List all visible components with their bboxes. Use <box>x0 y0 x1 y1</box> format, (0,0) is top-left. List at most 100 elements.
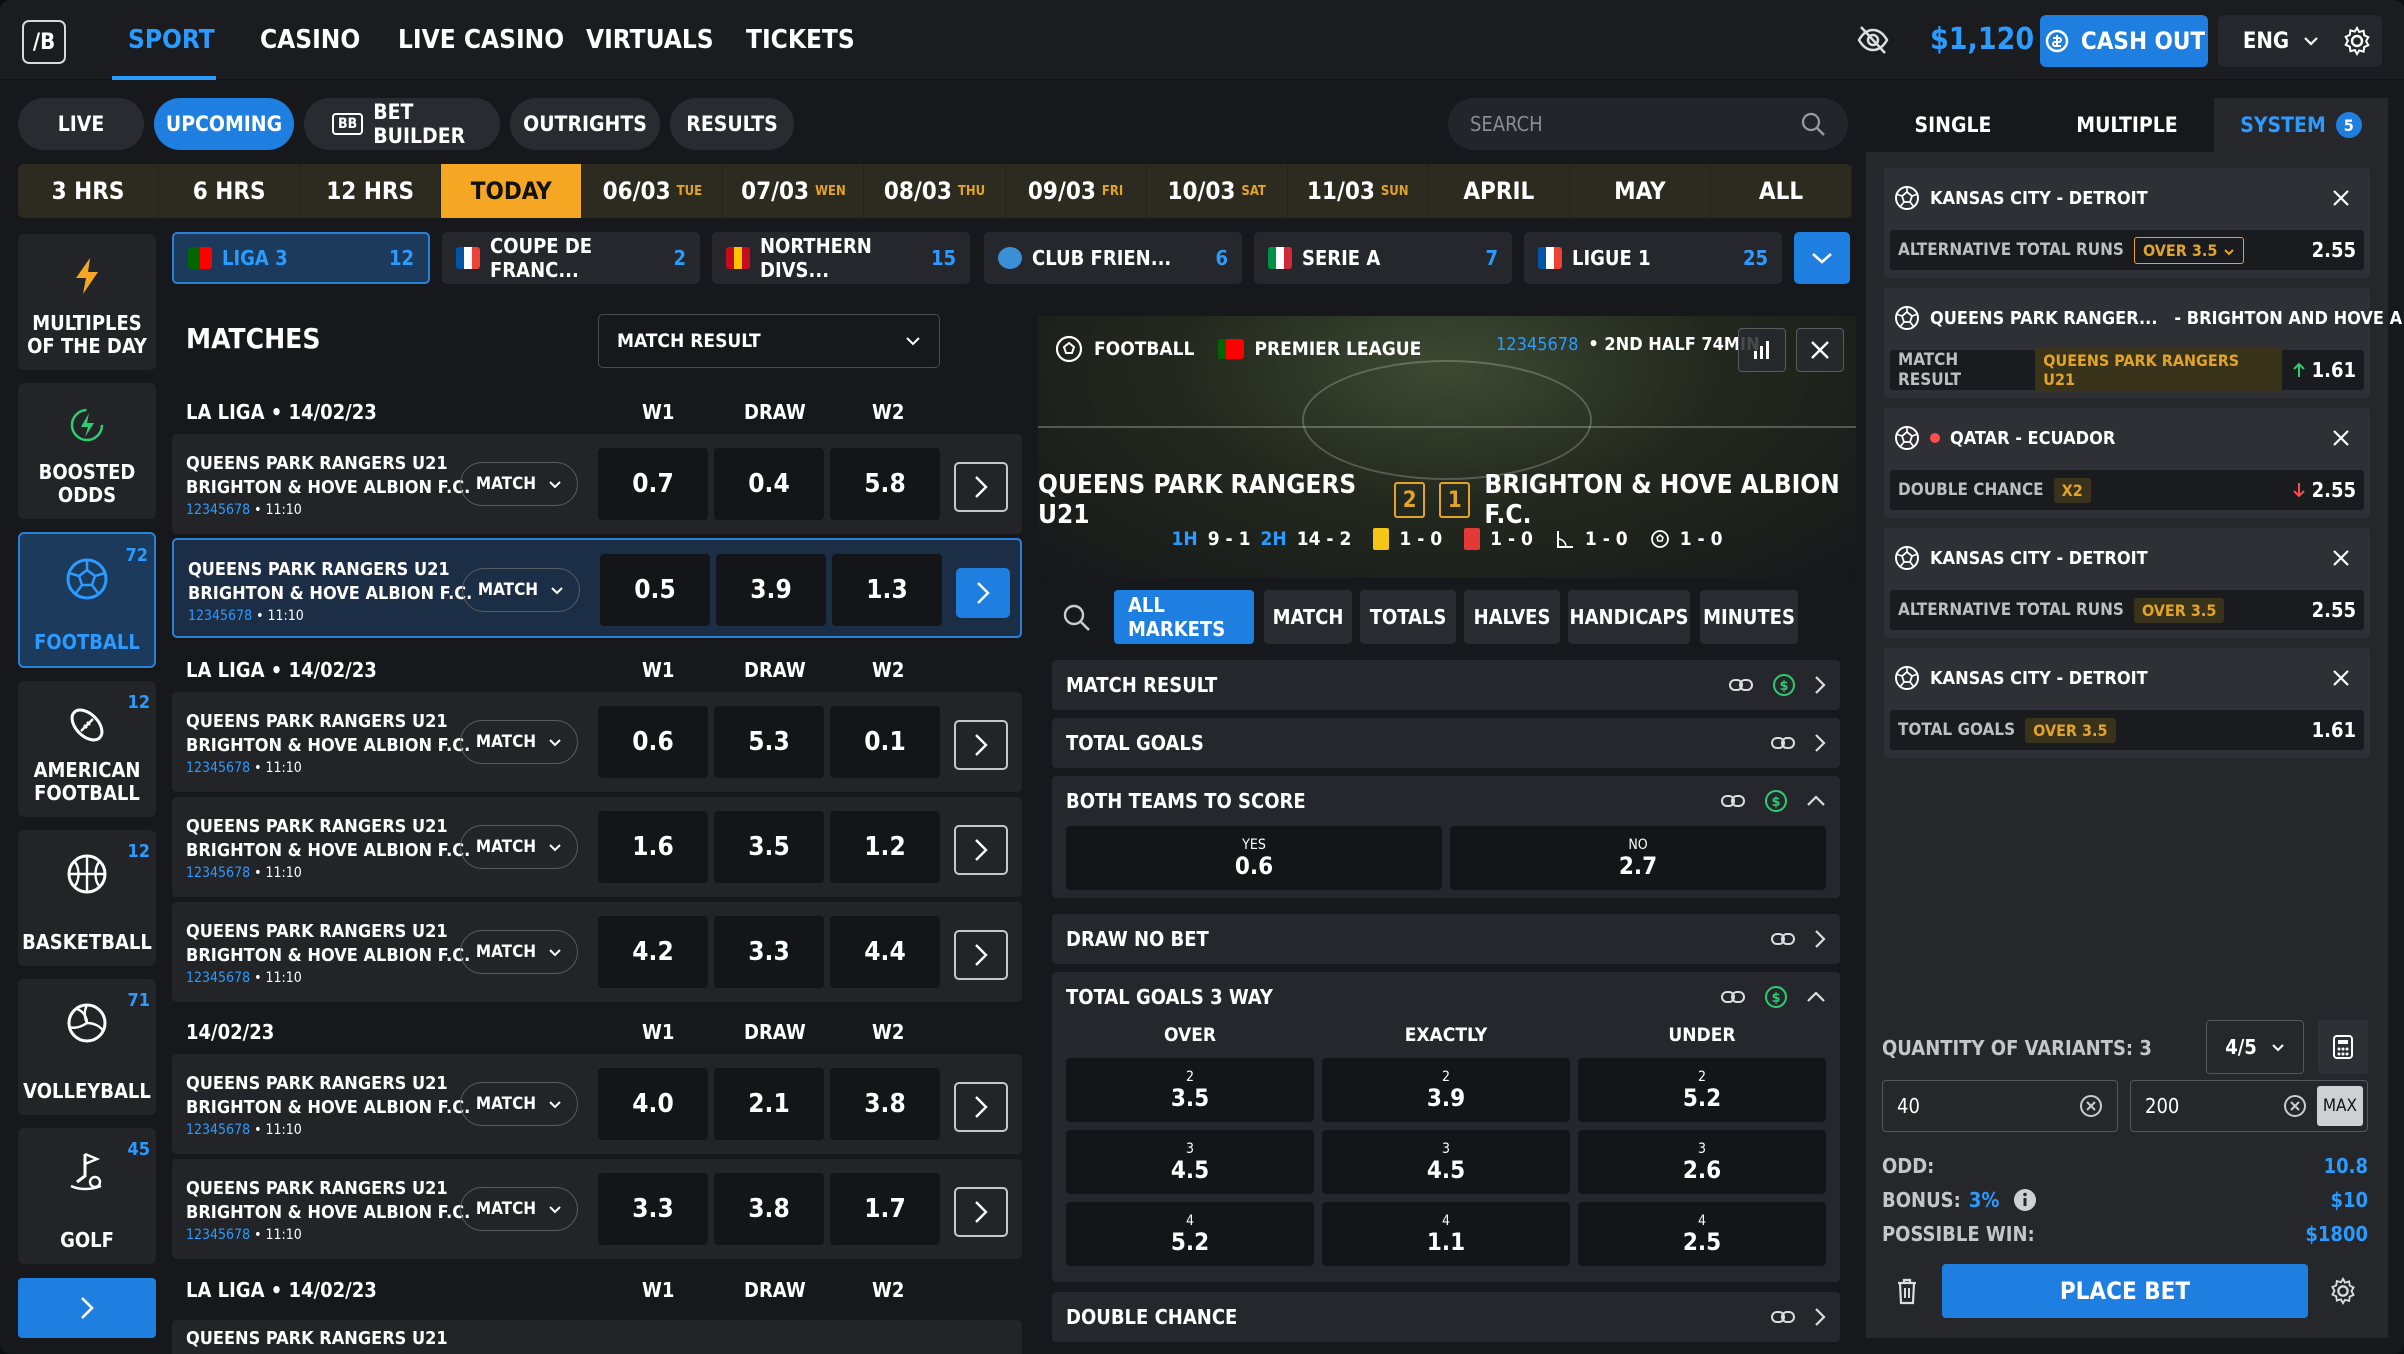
cash-out-button[interactable]: CASH OUT <box>2040 15 2208 67</box>
calculator-button[interactable] <box>2318 1020 2368 1074</box>
match-market-select[interactable]: MATCH <box>460 930 578 974</box>
odd-w1[interactable]: 0.6 <box>598 706 708 778</box>
match-row[interactable]: QUEENS PARK RANGERS U21 BRIGHTON & HOVE A… <box>172 692 1022 792</box>
match-row[interactable]: QUEENS PARK RANGERS U21 BRIGHTON & HOVE A… <box>172 1159 1022 1259</box>
nav-tickets[interactable]: TICKETS <box>746 0 855 80</box>
odd-w1[interactable]: 0.7 <box>598 448 708 520</box>
market-tab-4[interactable]: HANDICAPS <box>1568 590 1690 644</box>
tg3-odd-under[interactable]: 2 5.2 <box>1578 1058 1826 1122</box>
tg3-odd-exactly[interactable]: 2 3.9 <box>1322 1058 1570 1122</box>
odd-draw[interactable]: 3.8 <box>714 1173 824 1245</box>
hide-balance-eye-icon[interactable] <box>1856 24 1890 56</box>
match-row[interactable]: QUEENS PARK RANGERS U21 BRIGHTON & HOVE A… <box>172 902 1022 1002</box>
match-row[interactable]: QUEENS PARK RANGERS U21 BRIGHTON & HOVE A… <box>172 434 1022 534</box>
odd-w2[interactable]: 1.7 <box>830 1173 940 1245</box>
market-tab-5[interactable]: MINUTES <box>1700 590 1798 644</box>
date-filter-3[interactable]: TODAY <box>441 164 583 218</box>
nav-virtuals[interactable]: VIRTUALS <box>586 0 714 80</box>
market-match-result[interactable]: MATCH RESULT $ <box>1052 660 1840 710</box>
link-icon[interactable] <box>1720 989 1746 1005</box>
tab-single[interactable]: SINGLE <box>1866 98 2040 152</box>
date-filter-7[interactable]: 09/03 FRI <box>1006 164 1147 218</box>
market-tab-2[interactable]: TOTALS <box>1360 590 1456 644</box>
match-market-select[interactable]: MATCH <box>460 462 578 506</box>
market-tab-3[interactable]: HALVES <box>1464 590 1560 644</box>
tab-system[interactable]: SYSTEM 5 <box>2214 98 2388 152</box>
sidebar-item-american-football[interactable]: 12 AMERICAN FOOTBALL <box>18 681 156 817</box>
chevron-right-icon[interactable] <box>1814 1307 1826 1327</box>
odd-w2[interactable]: 1.2 <box>830 811 940 883</box>
open-match-button[interactable] <box>954 1187 1008 1237</box>
tg3-odd-over[interactable]: 2 3.5 <box>1066 1058 1314 1122</box>
open-match-button[interactable] <box>954 825 1008 875</box>
league-chip-3[interactable]: CLUB FRIEN... 6 <box>984 232 1242 284</box>
link-icon[interactable] <box>1770 931 1796 947</box>
clear-icon[interactable] <box>2079 1094 2103 1118</box>
logo[interactable]: /B <box>22 20 66 64</box>
market-double-chance[interactable]: DOUBLE CHANCE <box>1052 1292 1840 1342</box>
remove-bet-button[interactable] <box>2322 539 2360 577</box>
sidebar-item-multiples-of-the-day[interactable]: MULTIPLES OF THE DAY <box>18 234 156 370</box>
market-tg3-header[interactable]: TOTAL GOALS 3 WAY $ <box>1052 972 1840 1022</box>
chevron-right-icon[interactable] <box>1814 929 1826 949</box>
league-chip-0[interactable]: LIGA 3 12 <box>172 232 430 284</box>
market-tab-0[interactable]: ALL MARKETS <box>1114 590 1254 644</box>
match-market-select[interactable]: MATCH <box>460 1082 578 1126</box>
market-filter-select[interactable]: MATCH RESULT <box>598 314 940 368</box>
date-filter-10[interactable]: APRIL <box>1429 164 1570 218</box>
league-chip-4[interactable]: SERIE A 7 <box>1254 232 1512 284</box>
open-match-button[interactable] <box>956 568 1010 618</box>
market-btts-header[interactable]: BOTH TEAMS TO SCORE $ <box>1052 776 1840 826</box>
odd-draw[interactable]: 3.5 <box>714 811 824 883</box>
odd-w2[interactable]: 0.1 <box>830 706 940 778</box>
btts-yes-odd[interactable]: YES 0.6 <box>1066 826 1442 890</box>
odd-w1[interactable]: 3.3 <box>598 1173 708 1245</box>
odd-draw[interactable]: 3.9 <box>716 554 826 626</box>
odd-w2[interactable]: 4.4 <box>830 916 940 988</box>
date-filter-12[interactable]: ALL <box>1711 164 1853 218</box>
odd-w1[interactable]: 4.2 <box>598 916 708 988</box>
chevron-right-icon[interactable] <box>1814 675 1826 695</box>
match-row-partial[interactable]: QUEENS PARK RANGERS U21 <box>172 1320 1022 1354</box>
remove-bet-button[interactable] <box>2322 179 2360 217</box>
stake-input-2[interactable]: 200 MAX <box>2130 1080 2368 1132</box>
filter-bet-builder[interactable]: BB BET BUILDER <box>304 98 500 150</box>
close-event-button[interactable] <box>1796 328 1844 372</box>
link-icon[interactable] <box>1770 1309 1796 1325</box>
leagues-expand-button[interactable] <box>1794 232 1850 284</box>
open-match-button[interactable] <box>954 930 1008 980</box>
nav-sport[interactable]: SPORT <box>128 0 215 80</box>
odd-w1[interactable]: 1.6 <box>598 811 708 883</box>
tg3-odd-under[interactable]: 3 2.6 <box>1578 1130 1826 1194</box>
variant-select[interactable]: 4/5 <box>2206 1020 2304 1074</box>
match-row[interactable]: QUEENS PARK RANGERS U21 BRIGHTON & HOVE A… <box>172 1054 1022 1154</box>
nav-live-casino[interactable]: LIVE CASINO <box>398 0 564 80</box>
btts-no-odd[interactable]: NO 2.7 <box>1450 826 1826 890</box>
tg3-odd-exactly[interactable]: 3 4.5 <box>1322 1130 1570 1194</box>
match-market-select[interactable]: MATCH <box>460 720 578 764</box>
search-input[interactable]: SEARCH <box>1448 98 1848 150</box>
remove-bet-button[interactable] <box>2322 419 2360 457</box>
filter-outrights[interactable]: OUTRIGHTS <box>510 98 660 150</box>
clear-icon[interactable] <box>2283 1094 2307 1118</box>
match-market-select[interactable]: MATCH <box>460 1187 578 1231</box>
league-chip-1[interactable]: COUPE DE FRANC... 2 <box>442 232 700 284</box>
info-icon[interactable] <box>2013 1188 2037 1212</box>
date-filter-9[interactable]: 11/03 SUN <box>1288 164 1429 218</box>
odd-w1[interactable]: 0.5 <box>600 554 710 626</box>
tg3-odd-over[interactable]: 4 5.2 <box>1066 1202 1314 1266</box>
league-chip-2[interactable]: NORTHERN DIVS... 15 <box>712 232 970 284</box>
max-stake-button[interactable]: MAX <box>2316 1086 2363 1126</box>
odd-w2[interactable]: 3.8 <box>830 1068 940 1140</box>
match-row[interactable]: QUEENS PARK RANGERS U21 BRIGHTON & HOVE A… <box>172 797 1022 897</box>
remove-bet-button[interactable] <box>2322 659 2360 697</box>
open-match-button[interactable] <box>954 1082 1008 1132</box>
place-bet-button[interactable]: PLACE BET <box>1942 1264 2308 1318</box>
sidebar-item-football[interactable]: 72 FOOTBALL <box>18 532 156 668</box>
market-draw-no-bet[interactable]: DRAW NO BET <box>1052 914 1840 964</box>
language-select[interactable]: ENG <box>2218 15 2344 67</box>
open-match-button[interactable] <box>954 462 1008 512</box>
chevron-right-icon[interactable] <box>1814 733 1826 753</box>
market-search-button[interactable] <box>1052 592 1100 642</box>
tg3-odd-over[interactable]: 3 4.5 <box>1066 1130 1314 1194</box>
